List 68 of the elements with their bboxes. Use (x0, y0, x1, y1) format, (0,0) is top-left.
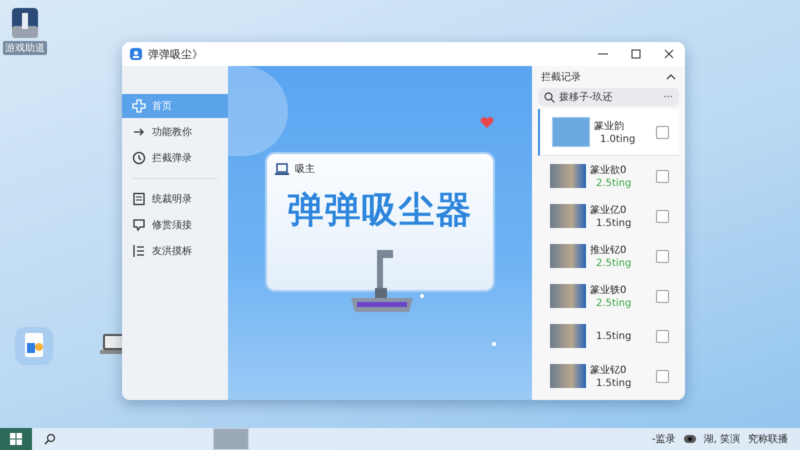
sidebar-item[interactable]: 统裁明录 (122, 187, 228, 211)
desktop-icon-label[interactable]: 游戏助道 (3, 41, 47, 55)
thumbnail-placeholder (550, 324, 586, 348)
record-item[interactable]: 篆业韵 1.0ting (538, 109, 679, 156)
file-size: 2.5ting (595, 178, 632, 189)
checkbox[interactable] (656, 126, 669, 138)
start-button[interactable] (0, 428, 32, 450)
card-label: 吸主 (295, 162, 315, 176)
search-icon[interactable] (44, 433, 56, 445)
record-item[interactable]: 1.5ting (538, 316, 679, 356)
tray-label[interactable]: -监录 (652, 432, 676, 446)
record-name: 推业钇0 (590, 244, 628, 257)
checkbox[interactable] (656, 170, 669, 182)
record-name: 篆业钇0 (590, 364, 628, 377)
sidebar-item[interactable]: 拦截弹录 (122, 146, 228, 170)
record-name: 篆业欲0 (590, 164, 628, 177)
search-icon (544, 92, 555, 102)
headline: 弹弹吸尘器 (288, 189, 472, 233)
heart-icon (480, 116, 494, 129)
search-field[interactable]: 拨移子-玖还 ··· (538, 88, 679, 106)
toggle-icon (684, 435, 696, 443)
sidebar-item[interactable]: 修赏须接 (122, 213, 228, 237)
tray-label[interactable]: 究称联播 (748, 432, 788, 446)
checkbox[interactable] (656, 250, 669, 262)
file-size: 2.5ting (595, 258, 632, 269)
record-name: 篆业韵 (594, 120, 625, 133)
thumbnail-placeholder (550, 244, 586, 268)
app-logo-icon (130, 48, 142, 60)
thumbnail-placeholder (550, 204, 586, 228)
thumbnail-placeholder (550, 164, 586, 188)
checkbox[interactable] (656, 330, 669, 342)
record-name: 篆业亿0 (590, 204, 628, 217)
record-item[interactable]: 篆业轶0 2.5ting (538, 276, 679, 316)
record-item[interactable]: 篆业钇0 1.5ting (538, 356, 679, 396)
file-size: 2.5ting (595, 298, 632, 309)
windows-icon (10, 433, 22, 445)
maximize-icon (630, 49, 640, 59)
document-icon (132, 192, 146, 206)
file-size: 1.5ting (595, 218, 632, 229)
app-icon (15, 327, 53, 365)
checkbox[interactable] (656, 370, 669, 382)
checkbox[interactable] (656, 290, 669, 302)
panel-title: 拦截记录 (541, 70, 581, 84)
file-size: 1.0ting (599, 134, 636, 145)
thumbnail-placeholder (550, 284, 586, 308)
file-size: 1.5ting (595, 330, 632, 342)
list-icon (132, 244, 146, 258)
sidebar-item[interactable]: 功能教你 (122, 120, 228, 144)
taskbar-app-thumbnail[interactable] (213, 428, 249, 450)
caret-up-icon[interactable] (666, 74, 676, 80)
app-icon (12, 8, 38, 38)
sparkle-icon (492, 342, 496, 346)
more-button[interactable]: ··· (663, 92, 673, 102)
window-title: 弹弹吸尘》 (148, 46, 203, 62)
tray-label[interactable]: 湖, 笑演 (704, 432, 740, 446)
close-icon (664, 49, 674, 59)
record-item[interactable]: 篆业欲0 2.5ting (538, 156, 679, 196)
message-icon (132, 218, 146, 232)
record-name: 篆业轶0 (590, 284, 628, 297)
checkbox[interactable] (656, 210, 669, 222)
thumbnail-placeholder (550, 364, 586, 388)
thumbnail-placeholder (552, 117, 590, 147)
clock-icon (132, 151, 146, 165)
sidebar-item[interactable]: 友洪摸柝 (122, 239, 228, 263)
sparkle-icon (420, 294, 424, 298)
file-size: 1.5ting (595, 378, 632, 389)
record-item[interactable]: 篆业亿0 1.5ting (538, 196, 679, 236)
record-item[interactable]: 推业钇0 2.5ting (538, 236, 679, 276)
